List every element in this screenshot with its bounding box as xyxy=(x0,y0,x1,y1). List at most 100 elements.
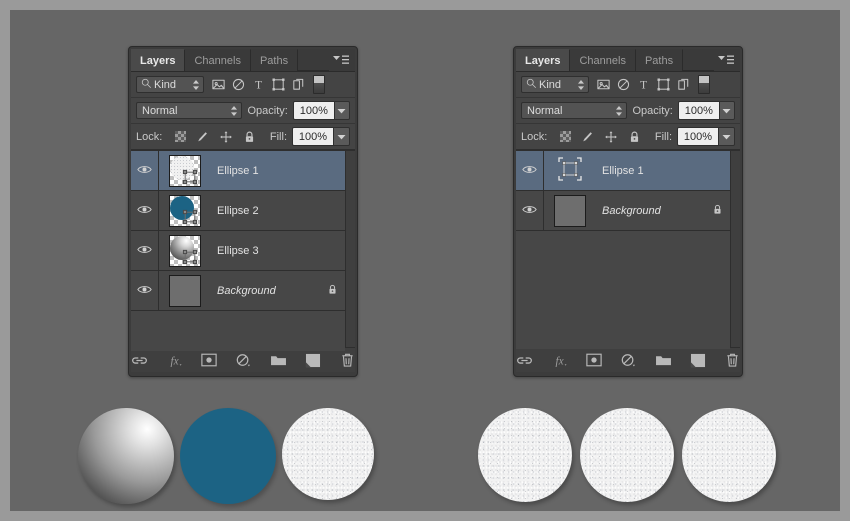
opacity-label: Opacity: xyxy=(632,104,673,117)
layer-thumbnail[interactable] xyxy=(544,194,596,227)
layer-list-empty-area[interactable] xyxy=(516,231,730,349)
panel-menu-icon[interactable] xyxy=(714,49,740,71)
layer-visibility-toggle[interactable] xyxy=(516,191,544,230)
filter-kind-select[interactable]: Kind xyxy=(521,76,589,93)
link-layers-icon[interactable] xyxy=(516,352,533,369)
blend-mode-row: Normal Opacity: 100% xyxy=(131,98,355,124)
type-layer-filter-icon[interactable]: T xyxy=(636,77,651,92)
layer-visibility-toggle[interactable] xyxy=(131,151,159,190)
new-group-icon[interactable] xyxy=(655,352,672,369)
layer-visibility-toggle[interactable] xyxy=(131,231,159,270)
tab-channels[interactable]: Channels xyxy=(570,49,636,71)
filter-toggle-switch[interactable] xyxy=(698,75,710,94)
add-layer-mask-icon[interactable] xyxy=(201,352,217,369)
smart-object-filter-icon[interactable] xyxy=(291,77,306,92)
layer-row[interactable]: Ellipse 1 xyxy=(516,151,730,191)
lock-transparency-icon[interactable] xyxy=(173,130,187,144)
layer-list-scrollbar[interactable] xyxy=(730,151,740,347)
panel-footer-toolbar: fx xyxy=(516,347,740,372)
tab-layers[interactable]: Layers xyxy=(516,49,571,71)
link-layers-icon[interactable] xyxy=(131,352,148,369)
fill-field[interactable]: 100% xyxy=(292,127,350,146)
filter-toggle-switch[interactable] xyxy=(313,75,325,94)
chevron-updown-icon[interactable] xyxy=(229,105,238,117)
lock-position-icon[interactable] xyxy=(604,130,618,144)
layer-row[interactable]: Ellipse 3 xyxy=(131,231,345,271)
pixel-layer-filter-icon[interactable] xyxy=(211,77,226,92)
fill-field[interactable]: 100% xyxy=(677,127,735,146)
tab-channels[interactable]: Channels xyxy=(185,49,251,71)
opacity-dropdown-icon[interactable] xyxy=(718,102,734,119)
chevron-updown-icon[interactable] xyxy=(191,79,200,91)
fill-dropdown-icon[interactable] xyxy=(333,128,349,145)
tab-paths[interactable]: Paths xyxy=(250,49,299,71)
chevron-updown-icon[interactable] xyxy=(614,105,623,117)
layer-list-empty-area[interactable] xyxy=(131,311,345,351)
eye-icon xyxy=(522,204,537,218)
new-group-icon[interactable] xyxy=(270,352,287,369)
add-layer-mask-icon[interactable] xyxy=(586,352,602,369)
new-adjustment-layer-icon[interactable] xyxy=(620,352,637,369)
lock-options xyxy=(173,130,256,144)
layer-visibility-toggle[interactable] xyxy=(131,191,159,230)
lock-position-icon[interactable] xyxy=(219,130,233,144)
new-adjustment-layer-icon[interactable] xyxy=(235,352,252,369)
layer-thumbnail[interactable] xyxy=(159,234,211,267)
layer-list-rows: Ellipse 1 Ellipse 2 Ellipse 3 Background xyxy=(131,151,345,351)
tab-layers[interactable]: Layers xyxy=(131,49,186,71)
type-layer-filter-icon[interactable]: T xyxy=(251,77,266,92)
layer-row[interactable]: Background xyxy=(131,271,345,311)
layer-visibility-toggle[interactable] xyxy=(516,151,544,190)
layer-thumbnail[interactable] xyxy=(159,194,211,227)
tab-paths[interactable]: Paths xyxy=(635,49,684,71)
magnifier-icon xyxy=(140,77,152,92)
panel-menu-icon[interactable] xyxy=(329,49,355,71)
layer-style-fx-icon[interactable]: fx xyxy=(166,352,183,369)
transparency-checker xyxy=(559,131,571,142)
smart-object-filter-icon[interactable] xyxy=(676,77,691,92)
opacity-field[interactable]: 100% xyxy=(292,101,350,120)
lock-transparency-icon[interactable] xyxy=(558,130,572,144)
layer-thumbnail[interactable] xyxy=(159,154,211,187)
pixel-layer-filter-icon[interactable] xyxy=(596,77,611,92)
layer-row[interactable]: Background xyxy=(516,191,730,231)
lock-all-icon[interactable] xyxy=(627,130,641,144)
layer-visibility-toggle[interactable] xyxy=(131,271,159,310)
layer-thumbnail[interactable] xyxy=(544,156,596,185)
delete-layer-icon[interactable] xyxy=(339,352,355,369)
shape-layer-filter-icon[interactable] xyxy=(271,77,286,92)
adjustment-layer-filter-icon[interactable] xyxy=(231,77,246,92)
layer-name: Background xyxy=(602,204,661,217)
layer-row[interactable]: Ellipse 1 xyxy=(131,151,345,191)
lock-all-icon[interactable] xyxy=(242,130,256,144)
layer-lock-badge-icon xyxy=(327,283,338,299)
lock-row: Lock: Fill: 100% xyxy=(516,124,740,150)
artboard-circle-noise xyxy=(478,408,572,502)
lock-image-pixels-icon[interactable] xyxy=(196,130,210,144)
magnifier-icon xyxy=(525,77,537,92)
shape-layer-filter-icon[interactable] xyxy=(656,77,671,92)
opacity-dropdown-icon[interactable] xyxy=(333,102,349,119)
blend-mode-value: Normal xyxy=(527,104,563,117)
fill-dropdown-icon[interactable] xyxy=(718,128,734,145)
layer-row[interactable]: Ellipse 2 xyxy=(131,191,345,231)
adjustment-layer-filter-icon[interactable] xyxy=(616,77,631,92)
layer-list: Ellipse 1 Ellipse 2 Ellipse 3 Background xyxy=(131,150,355,351)
eye-icon xyxy=(137,164,152,178)
layer-list-scrollbar[interactable] xyxy=(345,151,355,347)
lock-image-pixels-icon[interactable] xyxy=(581,130,595,144)
layer-list-rows: Ellipse 1 Background xyxy=(516,151,730,349)
new-layer-icon[interactable] xyxy=(690,352,706,369)
delete-layer-icon[interactable] xyxy=(724,352,740,369)
layer-thumbnail-image xyxy=(169,234,201,267)
blend-mode-select[interactable]: Normal xyxy=(521,102,628,119)
layer-style-fx-icon[interactable]: fx xyxy=(551,352,568,369)
opacity-value: 100% xyxy=(293,102,334,119)
layer-thumbnail[interactable] xyxy=(159,274,211,307)
blend-mode-select[interactable]: Normal xyxy=(136,102,243,119)
vector-mask-badge-icon xyxy=(182,169,198,185)
opacity-field[interactable]: 100% xyxy=(677,101,735,120)
chevron-updown-icon[interactable] xyxy=(576,79,585,91)
new-layer-icon[interactable] xyxy=(305,352,321,369)
filter-kind-select[interactable]: Kind xyxy=(136,76,204,93)
